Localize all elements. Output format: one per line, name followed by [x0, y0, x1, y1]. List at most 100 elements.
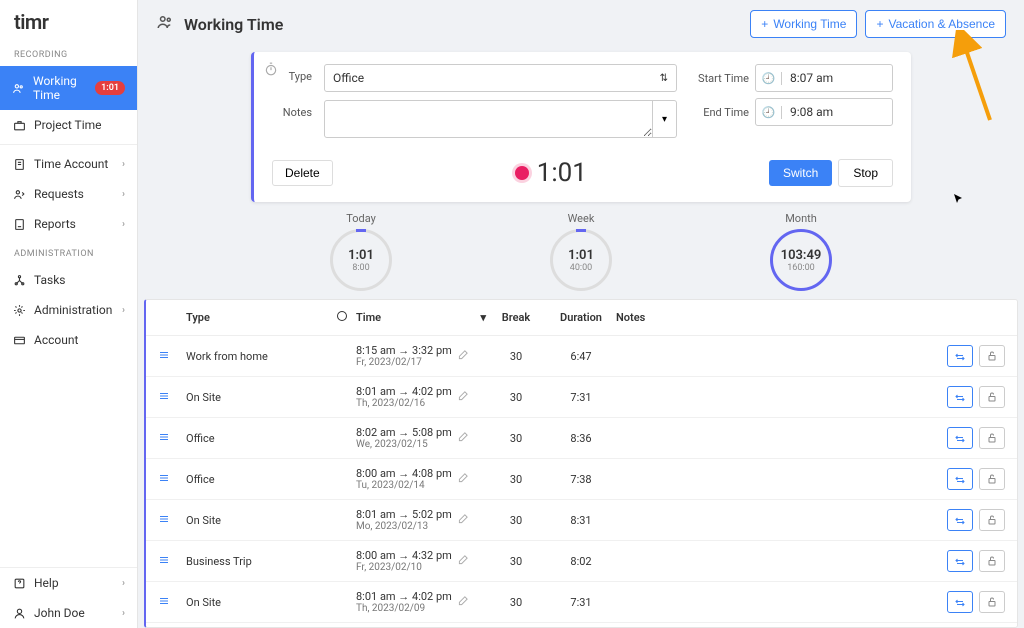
select-arrows-icon: ⇅ [660, 73, 668, 84]
timer-badge: 1:01 [95, 81, 125, 95]
drag-handle-icon[interactable] [158, 349, 186, 364]
table-row[interactable]: Business Trip 8:00 am → 4:32 pm Fr, 2023… [146, 541, 1017, 582]
timer-card: Type Office ⇅ Notes ▾ [251, 52, 911, 202]
table-row[interactable]: On Site 8:01 am → 4:02 pm Th, 2023/02/09… [146, 582, 1017, 623]
summary-today: Today 1:01 8:00 [330, 212, 392, 291]
cell-date: Fr, 2023/02/17 [356, 357, 452, 368]
swap-button[interactable] [947, 345, 973, 367]
delete-button[interactable]: Delete [272, 160, 333, 186]
drag-handle-icon[interactable] [158, 513, 186, 528]
add-vacation-button[interactable]: + Vacation & Absence [865, 10, 1006, 38]
sidebar-item-working-time[interactable]: Working Time 1:01 [0, 66, 137, 110]
sidebar-item-label: John Doe [34, 606, 85, 620]
lock-button[interactable] [979, 550, 1005, 572]
sidebar-item-help[interactable]: Help › [0, 568, 137, 598]
edit-icon[interactable] [458, 513, 469, 527]
swap-button[interactable] [947, 468, 973, 490]
lock-button[interactable] [979, 386, 1005, 408]
table-row[interactable]: Work from home 8:15 am → 3:32 pm Fr, 202… [146, 336, 1017, 377]
timer-value: 1:01 [537, 158, 587, 188]
users-icon [12, 187, 26, 201]
cell-type: On Site [186, 391, 336, 404]
table-row[interactable]: Office 8:02 am → 5:08 pm We, 2023/02/15 … [146, 418, 1017, 459]
start-time-input[interactable]: 🕘 8:07 am [755, 64, 893, 92]
cell-break: 30 [486, 432, 546, 445]
switch-button[interactable]: Switch [769, 160, 832, 186]
end-time-input[interactable]: 🕘 9:08 am [755, 98, 893, 126]
topbar: Working Time + Working Time + Vacation &… [138, 0, 1024, 46]
sidebar-item-time-account[interactable]: Time Account › [0, 149, 137, 179]
lock-button[interactable] [979, 345, 1005, 367]
cell-break: 30 [486, 391, 546, 404]
notes-textarea[interactable] [324, 100, 653, 138]
clock-icon: 🕘 [756, 106, 782, 119]
lock-button[interactable] [979, 509, 1005, 531]
col-duration[interactable]: Duration [546, 311, 616, 324]
col-type[interactable]: Type [186, 311, 336, 324]
edit-icon[interactable] [458, 349, 469, 363]
sidebar-item-administration[interactable]: Administration › [0, 295, 137, 325]
edit-icon[interactable] [458, 431, 469, 445]
col-notes[interactable]: Notes [616, 311, 915, 324]
cell-time: 8:01 am → 4:02 pm [356, 385, 452, 398]
sidebar-item-tasks[interactable]: Tasks [0, 265, 137, 295]
sidebar-item-project-time[interactable]: Project Time [0, 110, 137, 140]
edit-icon[interactable] [458, 390, 469, 404]
chevron-right-icon: › [122, 578, 125, 589]
gear-icon [12, 303, 26, 317]
cell-type: Work from home [186, 350, 336, 363]
lock-button[interactable] [979, 468, 1005, 490]
swap-button[interactable] [947, 427, 973, 449]
notes-dropdown-button[interactable]: ▾ [653, 100, 677, 138]
cell-duration: 7:31 [546, 391, 616, 404]
sidebar-item-user[interactable]: John Doe › [0, 598, 137, 628]
col-break[interactable]: Break [486, 311, 546, 324]
add-working-time-button[interactable]: + Working Time [750, 10, 857, 38]
sidebar-item-label: Time Account [34, 157, 108, 171]
cell-type: Business Trip [186, 555, 336, 568]
chevron-right-icon: › [122, 159, 125, 170]
category-icon[interactable] [336, 310, 356, 325]
cell-duration: 8:36 [546, 432, 616, 445]
lock-button[interactable] [979, 427, 1005, 449]
drag-handle-icon[interactable] [158, 595, 186, 610]
chevron-right-icon: › [122, 189, 125, 200]
cell-duration: 8:02 [546, 555, 616, 568]
table-row[interactable]: On Site 8:01 am → 4:02 pm We, 2023/02/08… [146, 623, 1017, 628]
swap-button[interactable] [947, 509, 973, 531]
drag-handle-icon[interactable] [158, 390, 186, 405]
sidebar-item-reports[interactable]: Reports › [0, 209, 137, 239]
cell-duration: 6:47 [546, 350, 616, 363]
drag-handle-icon[interactable] [158, 472, 186, 487]
edit-icon[interactable] [458, 595, 469, 609]
cell-time: 8:00 am → 4:08 pm [356, 467, 452, 480]
table-row[interactable]: Office 8:00 am → 4:08 pm Tu, 2023/02/14 … [146, 459, 1017, 500]
lock-button[interactable] [979, 591, 1005, 613]
swap-button[interactable] [947, 550, 973, 572]
edit-icon[interactable] [458, 472, 469, 486]
sidebar: timr RECORDING Working Time 1:01 Project… [0, 0, 138, 628]
type-select[interactable]: Office ⇅ [324, 64, 677, 92]
cell-type: Office [186, 473, 336, 486]
stop-button[interactable]: Stop [838, 159, 893, 187]
swap-button[interactable] [947, 591, 973, 613]
summary-month: Month 103:49 160:00 [770, 212, 832, 291]
end-time-label: End Time [693, 106, 749, 119]
sidebar-item-label: Requests [34, 187, 84, 201]
page-title: Working Time [184, 15, 283, 34]
col-time[interactable]: Time ▾ [356, 311, 486, 324]
sidebar-item-label: Administration [34, 303, 112, 317]
sidebar-item-account[interactable]: Account [0, 325, 137, 355]
sidebar-item-requests[interactable]: Requests › [0, 179, 137, 209]
cell-date: Tu, 2023/02/14 [356, 480, 452, 491]
table-row[interactable]: On Site 8:01 am → 4:02 pm Th, 2023/02/16… [146, 377, 1017, 418]
table-row[interactable]: On Site 8:01 am → 5:02 pm Mo, 2023/02/13… [146, 500, 1017, 541]
summary-circles: Today 1:01 8:00 Week 1:01 40:00 Month 10… [251, 212, 911, 291]
drag-handle-icon[interactable] [158, 554, 186, 569]
drag-handle-icon[interactable] [158, 431, 186, 446]
chevron-right-icon: › [122, 305, 125, 316]
recording-indicator-icon [515, 166, 529, 180]
edit-icon[interactable] [458, 554, 469, 568]
cell-date: Mo, 2023/02/13 [356, 521, 452, 532]
swap-button[interactable] [947, 386, 973, 408]
